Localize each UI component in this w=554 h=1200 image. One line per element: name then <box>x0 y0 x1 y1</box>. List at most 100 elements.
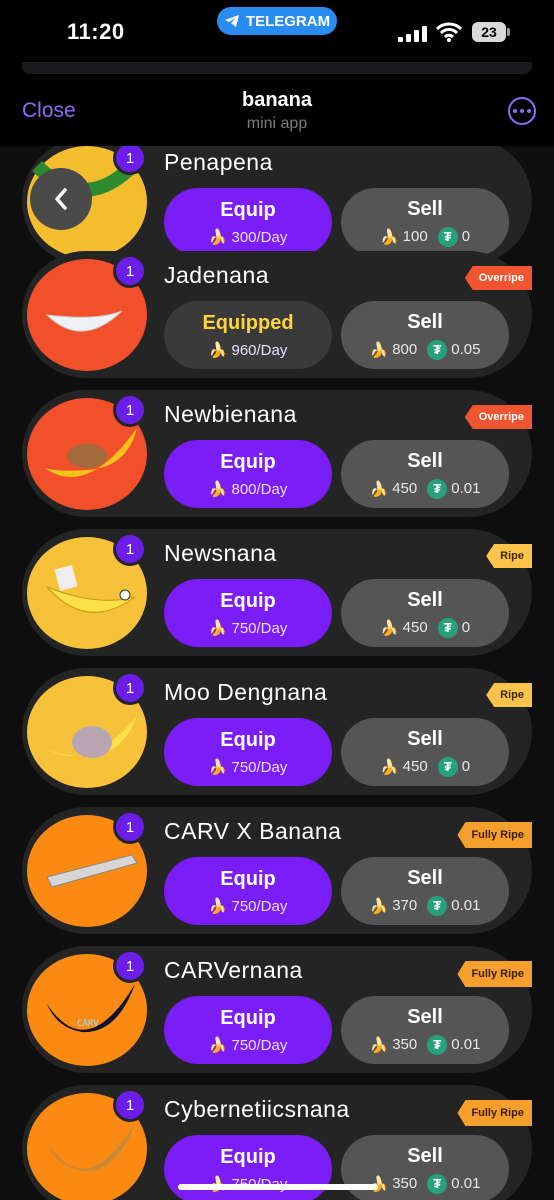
equip-button[interactable]: Equip 🍌 750/Day <box>164 579 332 647</box>
daily-rate: 750/Day <box>231 619 288 637</box>
sell-button[interactable]: Sell 🍌 350 ₮ 0.01 <box>341 996 509 1064</box>
equip-label: Equip <box>220 1006 276 1029</box>
wifi-icon <box>436 22 462 42</box>
equip-label: Equip <box>220 198 276 221</box>
banana-card: 1 CARV X Banana Fully Ripe Equip 🍌 750/Day Se… <box>22 807 532 934</box>
usdt-price: 0.01 <box>451 1036 481 1053</box>
daily-rate: 960/Day <box>231 341 288 359</box>
equip-button[interactable]: Equipped 🍌 960/Day <box>164 301 332 369</box>
banana-price: 450 <box>392 480 418 497</box>
equip-label: Equip <box>220 1145 276 1168</box>
banana-card: 1 Jadenana Overripe Equipped 🍌 960/Day Sell 🍌 8… <box>22 251 532 378</box>
banana-name: Penapena <box>164 149 273 175</box>
equip-button[interactable]: Equip🍌 750/Day <box>164 1135 332 1200</box>
banana-name: Jadenana <box>164 262 270 288</box>
usdt-icon: ₮ <box>437 617 458 638</box>
daily-rate: 750/Day <box>231 758 288 776</box>
banana-card: 1 Moo Dengnana Ripe Equip 🍌 750/Day Sell 🍌 450 ₮… <box>22 668 532 795</box>
equip-label: Equip <box>220 450 276 473</box>
equip-button[interactable]: Equip🍌 750/Day <box>164 718 332 786</box>
sell-label: Sell <box>407 588 443 611</box>
ripeness-tag: Fully Ripe <box>457 1100 532 1126</box>
banana-icon: 🍌 <box>208 619 228 637</box>
quantity-badge: 1 <box>113 1088 147 1122</box>
banana-price: 450 <box>402 619 428 636</box>
equip-button[interactable]: Equip 🍌 750/Day <box>164 857 332 925</box>
equip-label: Equip <box>220 589 276 612</box>
quantity-badge: 1 <box>113 254 147 288</box>
banana-name: Newsnana <box>164 540 277 566</box>
daily-rate: 750/Day <box>231 897 288 915</box>
equip-button[interactable]: Equip 🍌 800/Day <box>164 440 332 508</box>
cellular-signal-icon <box>398 26 428 42</box>
sell-button[interactable]: Sell 🍌 450 ₮ 0.01 <box>341 440 509 508</box>
equip-button[interactable]: Equip🍌 750/Day <box>164 996 332 1064</box>
header-strip <box>22 62 532 74</box>
banana-icon: 🍌 <box>369 480 389 498</box>
banana-name: Newbienana <box>164 401 297 427</box>
banana-icon: 🍌 <box>208 480 228 498</box>
usdt-price: 0.01 <box>451 480 481 497</box>
quantity-badge: 1 <box>113 949 147 983</box>
banana-icon: 🍌 <box>369 341 389 359</box>
sell-button[interactable]: Sell 🍌 450 ₮ 0 <box>341 579 509 647</box>
ripeness-tag: Fully Ripe <box>457 822 532 848</box>
ripeness-tag: Ripe <box>486 544 532 568</box>
sell-label: Sell <box>407 866 443 889</box>
ripeness-tag: Overripe <box>464 405 532 429</box>
app-title: banana <box>241 89 313 111</box>
usdt-icon: ₮ <box>427 895 448 916</box>
ripeness-tag: Overripe <box>464 266 532 290</box>
ripeness-tag: Ripe <box>486 683 532 707</box>
quantity-badge: 1 <box>113 532 147 566</box>
banana-icon: 🍌 <box>208 758 228 776</box>
sell-button[interactable]: Sell 🍌 370 ₮ 0.01 <box>341 857 509 925</box>
banana-card: 1 Newsnana Ripe Equip 🍌 750/Day Sell 🍌 450 ₮ 0 <box>22 529 532 656</box>
mini-app-header: Close banana mini app <box>0 62 554 146</box>
banana-name: Cybernetiicsnana <box>164 1096 350 1122</box>
sell-label: Sell <box>407 449 443 472</box>
banana-card: 1 Penapena Equip 🍌 300/Day Sell 🍌 100 ₮ 0 <box>22 146 532 265</box>
back-button[interactable] <box>30 168 92 230</box>
title-block: banana mini app <box>0 89 554 133</box>
clock: 11:20 <box>67 19 125 44</box>
more-options-icon[interactable] <box>508 97 536 125</box>
quantity-badge: 1 <box>113 393 147 427</box>
telegram-icon <box>224 15 239 27</box>
equip-button[interactable]: Equip 🍌 300/Day <box>164 188 332 256</box>
banana-price: 100 <box>402 228 428 245</box>
sell-button[interactable]: Sell 🍌 450 ₮ 0 <box>341 718 509 786</box>
banana-name: CARV X Banana <box>164 818 342 844</box>
banana-icon: 🍌 <box>208 228 228 246</box>
banana-price: 350 <box>392 1036 418 1053</box>
home-indicator <box>178 1184 378 1190</box>
sell-label: Sell <box>407 310 443 333</box>
usdt-price: 0.01 <box>451 897 481 914</box>
banana-icon: 🍌 <box>208 1036 228 1054</box>
banana-icon: 🍌 <box>379 228 399 246</box>
telegram-pill[interactable]: TELEGRAM <box>217 7 337 35</box>
chevron-left-icon <box>55 188 67 210</box>
banana-icon: 🍌 <box>208 897 228 915</box>
banana-card: CARV 1 CARVernana Fully Ripe Equip 🍌 750/Day S… <box>22 946 532 1073</box>
telegram-pill-label: TELEGRAM <box>245 12 331 30</box>
sell-button[interactable]: Sell 🍌 350 ₮ 0.01 <box>341 1135 509 1200</box>
banana-icon: 🍌 <box>379 758 399 776</box>
daily-rate: 800/Day <box>231 480 288 498</box>
status-bar: 11:20 TELEGRAM 23 <box>0 0 554 62</box>
app-subtitle: mini app <box>246 115 308 132</box>
quantity-badge: 1 <box>113 671 147 705</box>
usdt-price: 0.05 <box>451 341 481 358</box>
quantity-badge: 1 <box>113 810 147 844</box>
sell-label: Sell <box>407 1144 443 1167</box>
sell-label: Sell <box>407 727 443 750</box>
equip-label: Equip <box>220 867 276 890</box>
sell-label: Sell <box>407 197 443 220</box>
sell-button[interactable]: Sell 🍌 800 ₮ 0.05 <box>341 301 509 369</box>
banana-list[interactable]: 1 Penapena Equip 🍌 300/Day Sell 🍌 100 ₮ 0 1 Jadena… <box>0 146 554 1200</box>
usdt-icon: ₮ <box>427 1173 448 1194</box>
usdt-price: 0 <box>461 758 471 775</box>
sell-button[interactable]: Sell 🍌 100 ₮ 0 <box>341 188 509 256</box>
equip-label: Equipped <box>202 311 294 334</box>
battery-icon: 23 <box>472 22 510 42</box>
